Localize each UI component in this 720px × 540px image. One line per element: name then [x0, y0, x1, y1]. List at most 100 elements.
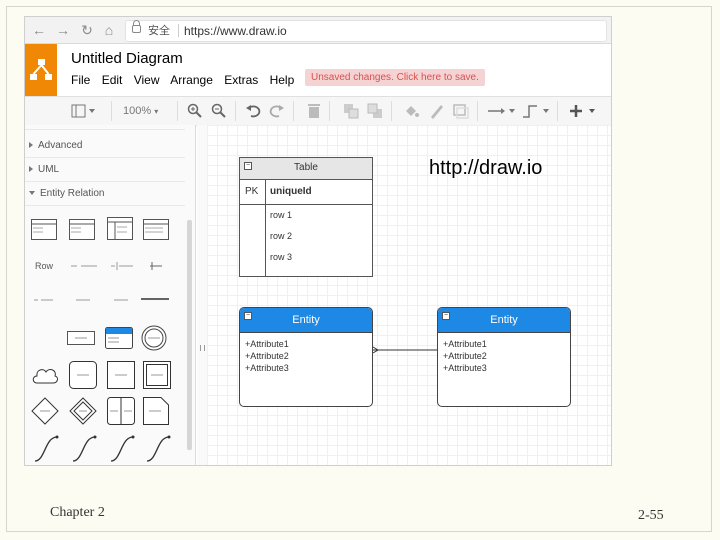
shape-double-diamond[interactable]	[69, 397, 97, 425]
pk-label: PK	[245, 186, 259, 197]
zoom-out-icon[interactable]	[211, 103, 227, 119]
delete-icon[interactable]	[307, 103, 321, 119]
shape-weak-entity[interactable]	[143, 361, 171, 389]
entity-header: − Entity	[240, 308, 372, 333]
back-arrow-icon[interactable]: ←	[31, 21, 47, 39]
sidebar-scrollbar[interactable]	[187, 220, 192, 450]
line-color-icon[interactable]	[429, 103, 445, 119]
connection-style-icon[interactable]	[487, 103, 515, 119]
redo-icon[interactable]	[269, 103, 285, 119]
zoom-level: 100%	[123, 105, 152, 117]
shape-note[interactable]	[143, 397, 169, 425]
table-shape[interactable]: − Table PK uniqueId row 1 row 2 row 3	[239, 157, 373, 277]
chevron-right-icon	[29, 142, 33, 148]
toolbar-divider	[391, 101, 392, 121]
shape-cloud[interactable]	[31, 363, 59, 387]
shape-diamond[interactable]	[31, 397, 59, 425]
shape-field-2[interactable]	[113, 296, 129, 304]
sidebar-section-uml[interactable]: UML	[25, 159, 185, 182]
chevron-right-icon	[29, 166, 33, 172]
shape-sidebar: Advanced UML Entity Relation Row	[25, 125, 196, 465]
row-divider	[265, 204, 266, 276]
shape-field[interactable]	[75, 296, 91, 304]
shape-entity-small[interactable]	[67, 331, 95, 345]
url-text: https://www.draw.io	[184, 24, 287, 38]
pk-row: PK uniqueId	[240, 180, 372, 205]
connector-curve-3[interactable]	[109, 435, 135, 463]
entity-attribute: +Attribute2	[443, 351, 487, 361]
page-number: 2-55	[638, 508, 664, 523]
toolbar-divider	[111, 101, 112, 121]
screenshot: ← → ↻ ⌂ 安全 https://www.draw.io Untitled …	[24, 16, 612, 466]
entity-shape-right[interactable]: − Entity +Attribute1 +Attribute2 +Attrib…	[437, 307, 571, 407]
menu-arrange[interactable]: Arrange	[170, 73, 213, 87]
shape-entity-blue[interactable]	[105, 327, 133, 349]
connector-curve-1[interactable]	[33, 435, 59, 463]
entity-attribute: +Attribute1	[245, 339, 289, 349]
menu-extras[interactable]: Extras	[224, 73, 258, 87]
shape-table-thumb[interactable]	[69, 219, 95, 241]
toolbar-divider	[477, 101, 478, 121]
connector-curve-4[interactable]	[145, 435, 171, 463]
sidebar-section-advanced[interactable]: Advanced	[25, 135, 185, 158]
shape-fk-row[interactable]	[109, 262, 135, 270]
shape-table-thumb[interactable]	[31, 219, 57, 241]
fill-color-icon[interactable]	[403, 103, 419, 119]
table-row: row 2	[270, 231, 293, 241]
toolbar: 100% ▾	[25, 96, 611, 126]
shape-relation-line[interactable]	[149, 261, 163, 271]
shape-pk-field[interactable]	[33, 296, 55, 304]
menu-view[interactable]: View	[134, 73, 160, 87]
shape-relationship-circle[interactable]	[141, 325, 167, 351]
browser-toolbar: ← → ↻ ⌂ 安全 https://www.draw.io	[25, 17, 611, 44]
toolbar-divider	[235, 101, 236, 121]
waypoints-icon[interactable]	[521, 103, 551, 119]
toolbar-divider	[557, 101, 558, 121]
to-back-icon[interactable]	[367, 103, 383, 119]
section-label: Advanced	[38, 140, 83, 151]
entity-header: − Entity	[438, 308, 570, 333]
relation-connector[interactable]	[371, 342, 439, 358]
section-label: UML	[38, 164, 60, 175]
entity-shape-left[interactable]: − Entity +Attribute1 +Attribute2 +Attrib…	[239, 307, 373, 407]
menu-file[interactable]: File	[71, 73, 90, 87]
shape-entity-square[interactable]	[107, 361, 135, 389]
shape-line[interactable]	[141, 296, 169, 302]
zoom-select[interactable]: 100% ▾	[123, 103, 158, 119]
address-bar[interactable]: 安全 https://www.draw.io	[125, 20, 607, 42]
zoom-in-icon[interactable]	[187, 103, 203, 119]
unsaved-changes-button[interactable]: Unsaved changes. Click here to save.	[305, 69, 485, 86]
home-icon[interactable]: ⌂	[101, 21, 117, 39]
shape-table-thumb[interactable]	[107, 217, 133, 241]
table-row: row 3	[270, 252, 293, 262]
entity-attribute: +Attribute3	[245, 363, 289, 373]
menu-help[interactable]: Help	[270, 73, 295, 87]
sidebar-splitter[interactable]	[197, 125, 207, 465]
chapter-label: Chapter 2	[50, 505, 105, 520]
insert-plus-icon[interactable]	[569, 103, 599, 119]
toolbar-divider	[293, 101, 294, 121]
document-title[interactable]: Untitled Diagram	[71, 50, 183, 67]
shape-table-thumb[interactable]	[143, 219, 169, 241]
forward-arrow-icon[interactable]: →	[55, 21, 71, 39]
sidebar-section-cut	[25, 125, 185, 130]
to-front-icon[interactable]	[343, 103, 359, 119]
lock-icon	[132, 20, 141, 33]
connector-curve-2[interactable]	[71, 435, 97, 463]
reload-icon[interactable]: ↻	[79, 21, 95, 39]
pk-field: uniqueId	[270, 186, 312, 197]
shadow-icon[interactable]	[453, 103, 469, 119]
app-header: Untitled Diagram File Edit View Arrange …	[25, 44, 611, 96]
shape-row[interactable]: Row	[35, 261, 53, 271]
menu-edit[interactable]: Edit	[102, 73, 123, 87]
shape-pk-row[interactable]	[69, 262, 99, 270]
shape-entity-rounded[interactable]	[69, 361, 97, 389]
secure-label: 安全	[148, 25, 170, 37]
sidebar-section-entity-relation[interactable]: Entity Relation	[25, 183, 185, 206]
table-header: − Table	[240, 158, 372, 180]
toolbar-divider	[177, 101, 178, 121]
undo-icon[interactable]	[245, 103, 261, 119]
shape-entity-with-key[interactable]	[107, 397, 135, 425]
panel-toggle-icon[interactable]	[71, 103, 97, 119]
grip-icon	[200, 345, 205, 351]
